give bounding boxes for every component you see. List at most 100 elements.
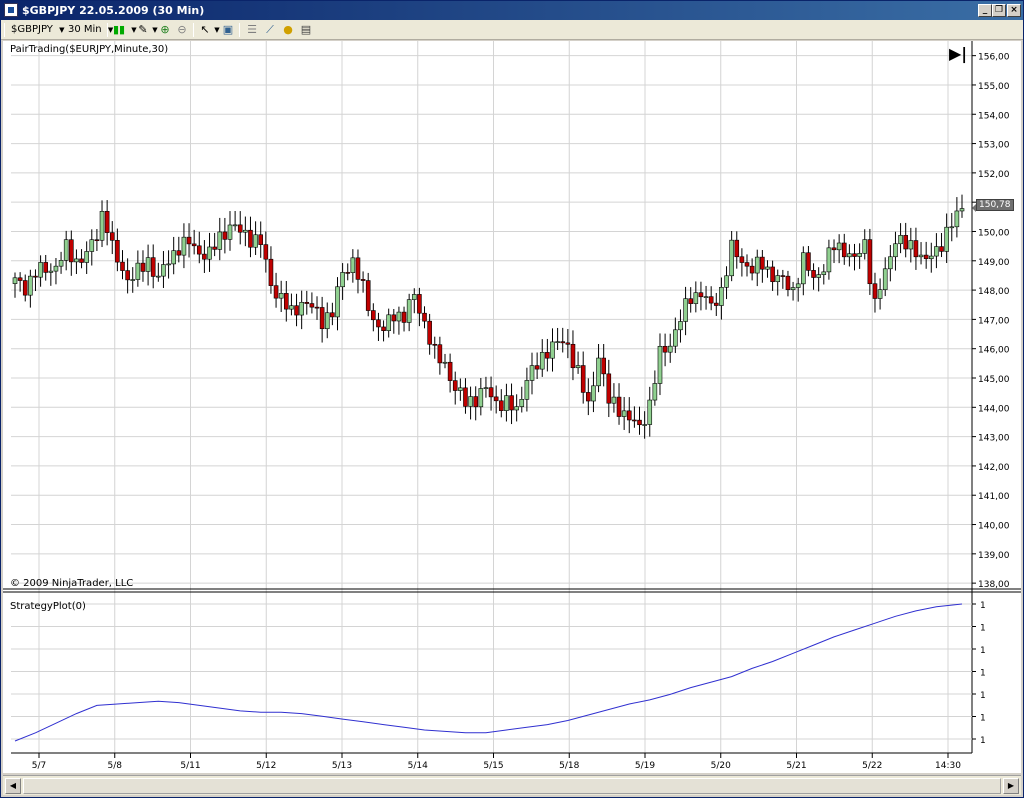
zoom-in-icon[interactable]: ⊕ [158, 23, 172, 37]
candle-up [754, 256, 760, 274]
price-tick-label: 139,00 [978, 551, 1010, 561]
candle-up [166, 263, 171, 266]
time-tick-label: 5/14 [408, 761, 428, 771]
candle-up [171, 250, 176, 265]
window-title: $GBPJPY 22.05.2009 (30 Min) [22, 4, 205, 17]
candle-down [304, 301, 310, 304]
candle-down [739, 256, 745, 263]
candle-up [84, 251, 89, 263]
candle-down [662, 345, 668, 353]
candle-down [222, 231, 228, 240]
candle-down [196, 245, 202, 255]
candle-up [667, 345, 673, 353]
time-tick-label: 5/19 [635, 761, 655, 771]
candle-down [498, 400, 504, 411]
candle-down [616, 396, 622, 417]
candle-up [611, 396, 617, 404]
candle-down [33, 275, 38, 278]
candle-up [959, 208, 965, 212]
price-tick-label: 143,00 [978, 434, 1010, 444]
candle-up [647, 399, 653, 425]
candle-up [898, 235, 903, 245]
candle-down [43, 262, 49, 273]
candle-up [504, 395, 509, 411]
candle-down [309, 303, 315, 308]
restore-icon[interactable]: ❐ [992, 4, 1006, 17]
candle-up [386, 314, 391, 331]
price-panel-label: PairTrading($EURJPY,Minute,30) [10, 44, 169, 55]
candle-up [790, 287, 796, 291]
time-tick-label: 14:30 [935, 761, 961, 771]
scrollbar-thumb[interactable] [23, 778, 1001, 794]
candle-down [401, 311, 407, 323]
price-tick-label: 144,00 [978, 404, 1010, 414]
candle-up [893, 243, 898, 258]
candle-down [258, 234, 264, 245]
candle-up [857, 253, 862, 257]
candlestick-style-icon[interactable]: ▮▮ [112, 23, 126, 37]
zoom-out-icon[interactable]: ⊖ [175, 23, 189, 37]
candle-down [867, 239, 873, 285]
candle-down [473, 396, 479, 408]
chart-canvas[interactable]: 138,00139,00140,00141,00142,00143,00144,… [3, 41, 1021, 773]
data-box-icon[interactable]: ▣ [221, 23, 235, 37]
candle-up [243, 229, 248, 233]
time-tick-label: 5/12 [256, 761, 276, 771]
last-price-label: 150,78 [976, 199, 1014, 211]
candle-down [637, 419, 642, 426]
candle-down [708, 296, 714, 304]
scroll-left-icon[interactable]: ◀ [5, 778, 21, 794]
candle-up [596, 357, 601, 387]
horizontal-scrollbar[interactable]: ◀ ▶ [3, 775, 1021, 795]
scroll-right-icon[interactable]: ▶ [1003, 778, 1019, 794]
candle-down [534, 365, 540, 370]
indicators-icon[interactable]: ⟋ [263, 23, 277, 37]
price-tick-label: 156,00 [978, 53, 1010, 63]
candle-up [555, 341, 560, 343]
candle-down [109, 232, 115, 241]
candle-down [150, 257, 156, 277]
minimize-icon[interactable]: _ [978, 4, 992, 17]
candle-up [145, 257, 151, 272]
candle-up [673, 329, 678, 347]
candle-down [744, 262, 750, 267]
candle-down [452, 380, 458, 391]
candle-down [355, 257, 361, 280]
time-tick-label: 5/15 [483, 761, 503, 771]
instrument-selector[interactable]: $GBPJPY ▼ [11, 22, 64, 38]
candle-up [38, 262, 43, 278]
candle-down [545, 352, 550, 359]
candle-up [217, 231, 223, 250]
strategies-icon[interactable]: ● [281, 23, 295, 37]
candle-up [253, 234, 258, 248]
candle-down [806, 252, 811, 271]
candle-down [780, 275, 786, 277]
candle-down [698, 292, 704, 298]
candle-down [427, 320, 432, 345]
scroll-to-end-icon[interactable]: ▶| [949, 46, 967, 62]
chart-area[interactable]: 138,00 139,00 140,00 141,00 142,00 143,00 144,… [3, 41, 1021, 773]
candle-up [729, 239, 734, 277]
candle-down [371, 310, 376, 321]
candle-up [724, 275, 729, 288]
candle-down [294, 305, 299, 316]
strategy-panel-label: StrategyPlot(0) [10, 601, 86, 612]
candle-up [678, 321, 683, 331]
close-icon[interactable]: × [1007, 4, 1021, 17]
candle-down [493, 396, 499, 402]
candle-up [406, 299, 412, 323]
chart-trader-icon[interactable]: ▤ [299, 23, 313, 37]
price-tick-label: 142,00 [978, 463, 1010, 473]
title-bar[interactable]: $GBPJPY 22.05.2009 (30 Min) _ ❐ × [1, 1, 1023, 20]
candle-down [360, 279, 366, 281]
candle-down [903, 235, 908, 250]
candle-down [212, 246, 217, 250]
candle-up [89, 239, 95, 252]
candle-down [120, 261, 125, 271]
candle-up [862, 239, 868, 254]
properties-icon[interactable]: ☰ [245, 23, 259, 37]
candle-up [847, 253, 852, 258]
candle-down [841, 242, 847, 258]
candle-down [570, 343, 576, 369]
candle-down [237, 224, 243, 233]
